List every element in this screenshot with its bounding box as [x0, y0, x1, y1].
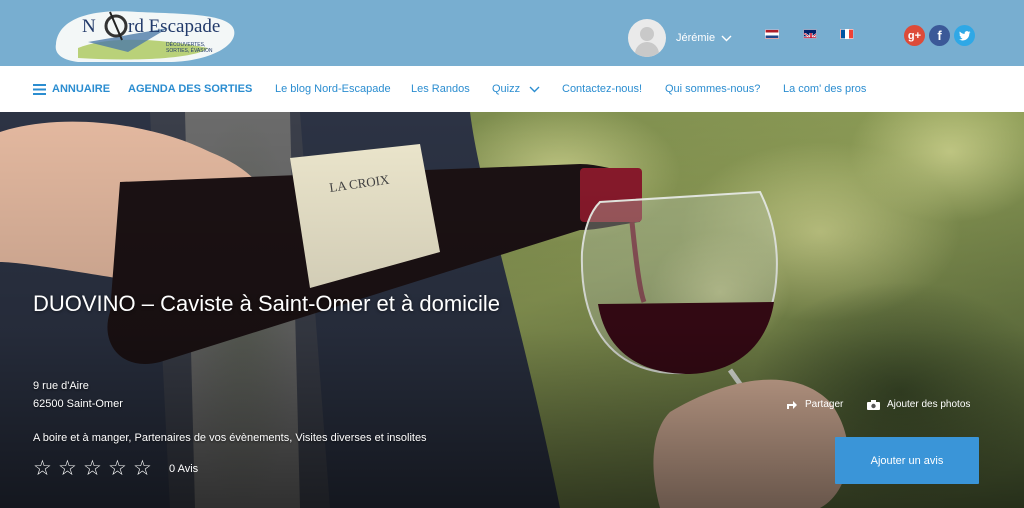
- address-line-2: 62500 Saint-Omer: [33, 398, 123, 410]
- svg-text:SORTIES, ÉVASION: SORTIES, ÉVASION: [166, 47, 213, 54]
- svg-text:DÉCOUVERTES,: DÉCOUVERTES,: [166, 41, 205, 48]
- nav-label: ANNUAIRE: [52, 83, 111, 95]
- avatar: [628, 19, 666, 57]
- share-label: Partager: [805, 399, 844, 410]
- facebook-icon[interactable]: f: [929, 25, 950, 46]
- star-icon[interactable]: ☆: [108, 457, 133, 479]
- nav-item-annuaire[interactable]: ANNUAIRE: [33, 66, 110, 112]
- camera-icon: [867, 399, 880, 410]
- flag-nl-icon[interactable]: [765, 29, 779, 39]
- chevron-down-icon: [721, 35, 732, 41]
- listing-title: DUOVINO – Caviste à Saint-Omer et à domi…: [33, 291, 501, 316]
- user-name: Jérémie: [676, 32, 716, 44]
- google-plus-icon[interactable]: g+: [904, 25, 925, 46]
- reviews-count[interactable]: 0 Avis: [169, 463, 198, 475]
- nav-item-contact[interactable]: Contactez-nous!: [562, 66, 642, 112]
- nav-item-pros[interactable]: La com' des pros: [783, 66, 866, 112]
- nav-item-randos[interactable]: Les Randos: [411, 66, 470, 112]
- menu-icon: [33, 83, 46, 95]
- add-photos-button[interactable]: Ajouter des photos: [867, 399, 970, 410]
- chevron-down-icon: [529, 86, 540, 93]
- nav-item-quizz[interactable]: Quizz: [492, 66, 540, 112]
- listing-categories: A boire et à manger, Partenaires de vos …: [33, 432, 427, 444]
- flag-uk-icon[interactable]: [803, 29, 817, 39]
- main-nav: ANNUAIRE AGENDA DES SORTIES Le blog Nord…: [0, 66, 1024, 112]
- star-icon[interactable]: ☆: [58, 457, 83, 479]
- add-review-button[interactable]: Ajouter un avis: [835, 437, 979, 484]
- rating-stars: ☆ ☆ ☆ ☆ ☆: [33, 457, 158, 479]
- nav-item-about[interactable]: Qui sommes-nous?: [665, 66, 760, 112]
- star-icon[interactable]: ☆: [133, 457, 158, 479]
- svg-text:rd Escapade: rd Escapade: [128, 16, 220, 37]
- listing-hero: LA CROIX DUOVINO – Caviste à Saint-Omer …: [0, 112, 1024, 508]
- top-header: N rd Escapade DÉCOUVERTES, SORTIES, ÉVAS…: [0, 0, 1024, 66]
- add-photos-label: Ajouter des photos: [887, 399, 971, 410]
- share-button[interactable]: Partager: [786, 399, 843, 410]
- flag-fr-icon[interactable]: [840, 29, 854, 39]
- address-line-1: 9 rue d'Aire: [33, 380, 89, 392]
- nav-item-blog[interactable]: Le blog Nord-Escapade: [275, 66, 391, 112]
- star-icon[interactable]: ☆: [83, 457, 108, 479]
- user-menu[interactable]: Jérémie: [628, 19, 732, 57]
- twitter-icon[interactable]: [954, 25, 975, 46]
- nav-label: Quizz: [492, 83, 521, 95]
- svg-text:N: N: [82, 16, 96, 37]
- star-icon[interactable]: ☆: [33, 457, 58, 479]
- share-icon: [786, 400, 798, 410]
- nav-item-agenda[interactable]: AGENDA DES SORTIES: [128, 66, 252, 112]
- site-logo[interactable]: N rd Escapade DÉCOUVERTES, SORTIES, ÉVAS…: [48, 0, 238, 62]
